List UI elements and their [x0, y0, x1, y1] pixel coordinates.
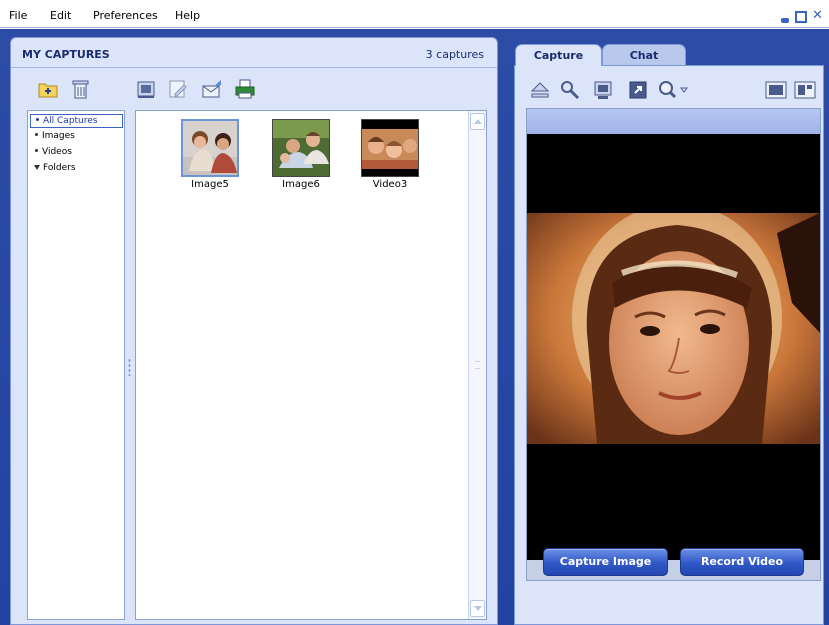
close-icon[interactable]: ✕ — [812, 9, 828, 23]
menu-edit[interactable]: Edit — [50, 9, 71, 22]
settings-icon[interactable] — [559, 79, 581, 101]
tree-item-videos[interactable]: Videos — [32, 146, 72, 158]
chevron-down-icon — [474, 606, 482, 611]
zoom-icon[interactable] — [657, 79, 691, 101]
thumbnail-item[interactable]: Video3 — [358, 119, 422, 190]
video-preview — [526, 108, 821, 581]
print-icon[interactable] — [234, 78, 256, 100]
maximize-icon[interactable] — [795, 11, 807, 23]
chevron-up-icon — [474, 119, 482, 124]
thumbnail-item[interactable]: Image5 — [178, 119, 242, 190]
pane-splitter[interactable] — [128, 358, 131, 376]
capture-panel — [514, 65, 824, 625]
preview-image — [527, 213, 820, 444]
email-icon[interactable] — [201, 78, 223, 100]
preview-title-bar — [527, 109, 820, 134]
tree-item-all-captures[interactable]: All Captures — [30, 114, 123, 128]
thumbnail-label: Video3 — [372, 179, 408, 190]
eject-icon[interactable] — [529, 79, 551, 101]
snapshot-icon[interactable] — [592, 79, 614, 101]
scroll-down-button[interactable] — [470, 600, 485, 617]
delete-icon[interactable] — [69, 78, 91, 100]
edit-icon[interactable] — [167, 78, 189, 100]
tab-chat[interactable]: Chat — [602, 44, 686, 66]
tree-item-label: Images — [42, 131, 75, 141]
thumbnail-image — [361, 119, 419, 177]
captures-title: MY CAPTURES — [22, 48, 110, 61]
thumbnail-image — [272, 119, 330, 177]
tree-item-images[interactable]: Images — [32, 130, 75, 142]
split-view-icon[interactable] — [794, 79, 816, 101]
captures-count: 3 captures — [425, 48, 484, 61]
menu-bar: File Edit Preferences Help ✕ — [0, 0, 829, 28]
tree-item-label: Folders — [43, 163, 76, 173]
menu-file[interactable]: File — [9, 9, 27, 22]
menu-preferences[interactable]: Preferences — [93, 9, 158, 22]
menu-help[interactable]: Help — [175, 9, 200, 22]
captures-header: MY CAPTURES 3 captures — [11, 38, 497, 68]
scroll-grip[interactable] — [475, 361, 480, 369]
slideshow-icon[interactable] — [135, 78, 157, 100]
tab-capture[interactable]: Capture — [515, 44, 602, 66]
vertical-scrollbar[interactable] — [468, 111, 486, 619]
scroll-up-button[interactable] — [470, 113, 485, 130]
new-folder-icon[interactable] — [37, 78, 59, 100]
record-video-button[interactable]: Record Video — [680, 548, 804, 576]
tree-item-folders[interactable]: Folders — [32, 162, 76, 174]
single-view-icon[interactable] — [765, 79, 787, 101]
tree-item-label: All Captures — [43, 116, 98, 126]
capture-image-button[interactable]: Capture Image — [543, 548, 668, 576]
thumbnail-image — [181, 119, 239, 177]
thumbnail-label: Image5 — [191, 179, 229, 190]
capture-tree: All Captures Images Videos Folders — [27, 110, 125, 620]
thumbnail-item[interactable]: Image6 — [269, 119, 333, 190]
expand-triangle-icon[interactable] — [34, 164, 40, 170]
thumbnail-label: Image6 — [282, 179, 320, 190]
thumbnail-grid: Image5 Image6 Video3 — [135, 110, 487, 620]
minimize-icon[interactable] — [781, 18, 789, 23]
captures-panel: MY CAPTURES 3 captures All Captures Imag… — [10, 37, 498, 625]
fullscreen-icon[interactable] — [627, 79, 649, 101]
tree-item-label: Videos — [42, 147, 72, 157]
